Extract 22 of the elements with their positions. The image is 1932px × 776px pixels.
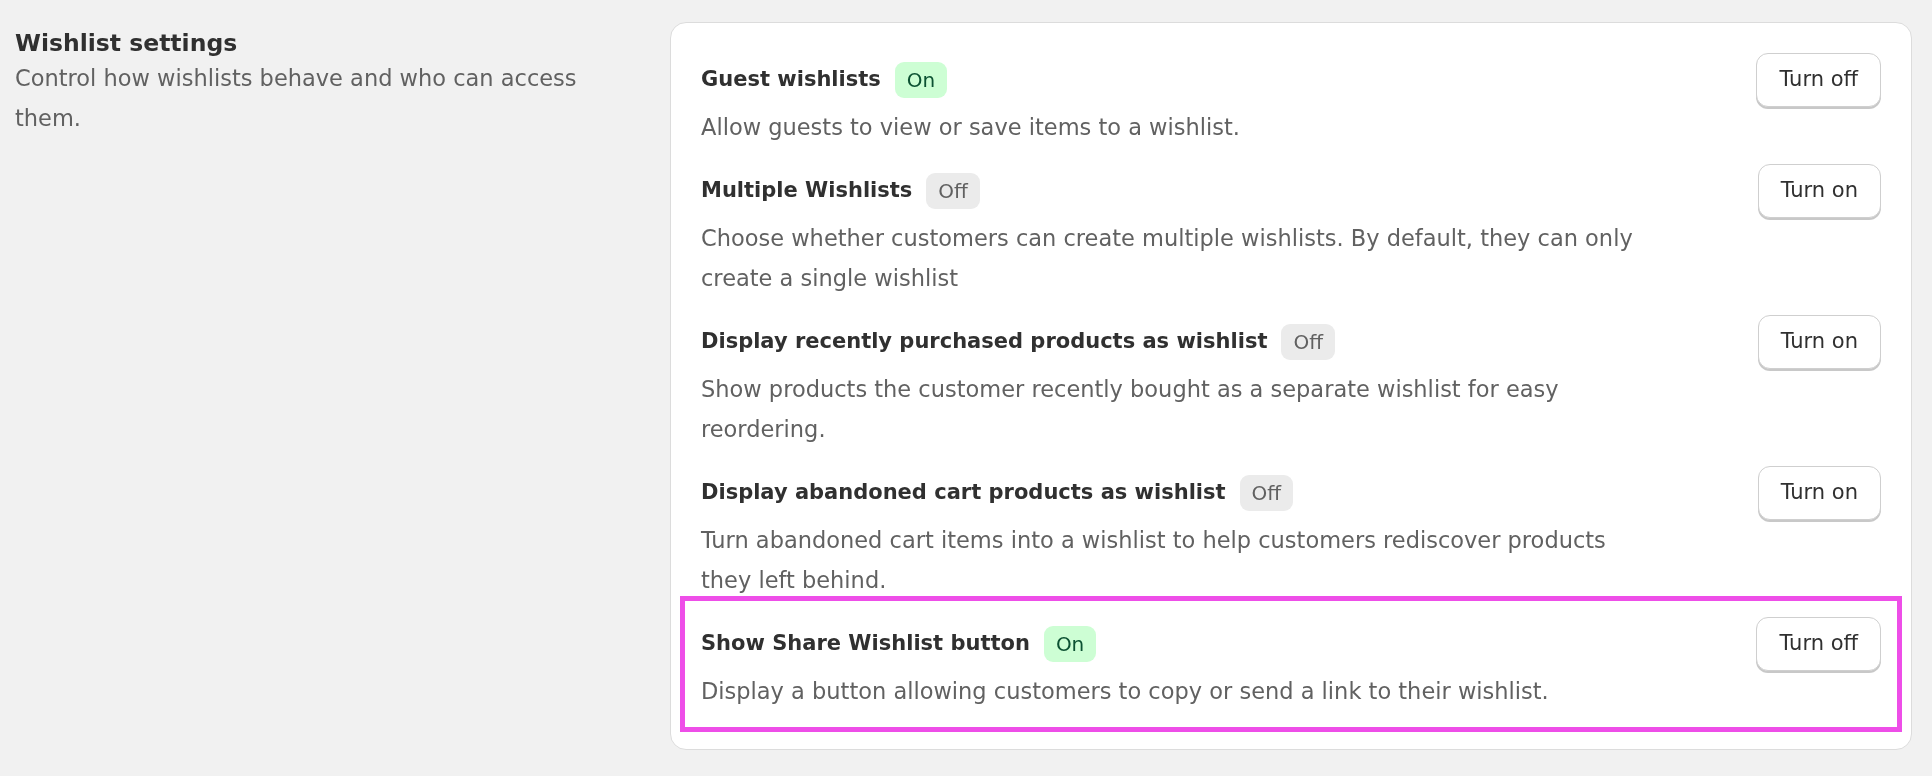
section-description: Control how wishlists behave and who can access them. xyxy=(15,64,578,133)
setting-description: Display a button allowing customers to copy or send a link to their wishlist. xyxy=(701,677,1550,706)
toggle-button[interactable]: Turn off xyxy=(1756,617,1881,671)
setting-title: Multiple Wishlists xyxy=(701,177,913,205)
setting-title: Show Share Wishlist button xyxy=(701,630,1030,658)
status-badge: Off xyxy=(1281,324,1335,360)
status-badge: On xyxy=(1043,626,1097,662)
toggle-button[interactable]: Turn on xyxy=(1757,466,1881,520)
setting-title: Display recently purchased products as wishlist xyxy=(701,328,1268,356)
setting-description: Allow guests to view or save items to a wishlist. xyxy=(701,113,1241,142)
toggle-button[interactable]: Turn off xyxy=(1756,53,1881,107)
setting-description: Choose whether customers can create multiple wishlists. By default, they can only create a single wishlist xyxy=(701,224,1634,293)
setting-title: Guest wishlists xyxy=(701,66,881,94)
toggle-button[interactable]: Turn on xyxy=(1757,164,1881,218)
status-badge: Off xyxy=(1239,475,1294,511)
section-title: Wishlist settings xyxy=(15,28,239,58)
status-badge: Off xyxy=(926,173,980,209)
toggle-button[interactable]: Turn on xyxy=(1757,315,1881,369)
setting-description: Turn abandoned cart items into a wishlist to help customers rediscover products they left behind. xyxy=(701,526,1607,595)
status-badge: On xyxy=(894,62,948,98)
setting-title: Display abandoned cart products as wishlist xyxy=(701,479,1226,507)
setting-description: Show products the customer recently bought as a separate wishlist for easy reordering. xyxy=(701,375,1560,444)
